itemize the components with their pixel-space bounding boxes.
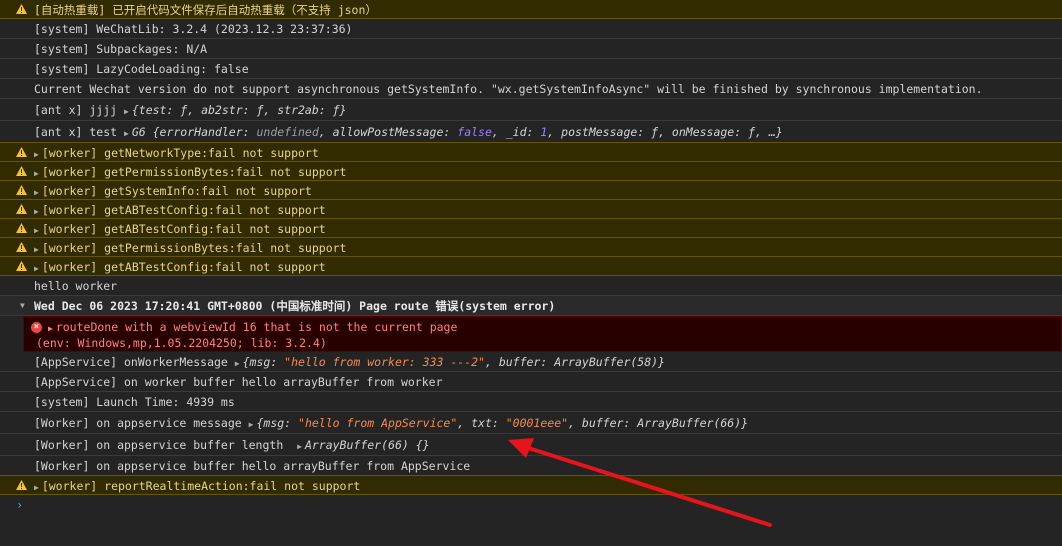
object-preview[interactable]: {msg: "hello from worker: 333 ---2", buf… <box>243 355 665 369</box>
expand-triangle-icon[interactable]: ▶ <box>124 129 132 138</box>
console-log-row[interactable]: [AppService] on worker buffer hello arra… <box>0 372 1062 392</box>
expand-triangle-icon[interactable]: ▶ <box>235 359 243 368</box>
warning-icon <box>16 223 27 233</box>
expand-triangle-icon[interactable]: ▶ <box>297 442 305 451</box>
message-text: [Worker] on appservice buffer hello arra… <box>34 459 471 473</box>
expand-triangle-icon[interactable]: ▶ <box>34 150 42 159</box>
message-text: [worker] getABTestConfig:fail not suppor… <box>41 203 326 217</box>
message-text: [worker] getPermissionBytes:fail not sup… <box>41 241 347 255</box>
object-preview[interactable]: {msg: "hello from AppService", txt: "000… <box>256 416 748 430</box>
expand-triangle-icon[interactable]: ▶ <box>34 207 42 216</box>
warning-icon <box>16 204 27 214</box>
expand-triangle-icon[interactable]: ▶ <box>34 245 42 254</box>
object-value: undefined <box>256 125 319 139</box>
expand-triangle-icon[interactable]: ▶ <box>48 324 56 333</box>
warning-icon <box>16 166 27 176</box>
console-warning-row[interactable]: ▶ [worker] reportRealtimeAction:fail not … <box>0 475 1062 495</box>
object-text: G6 {errorHandler: <box>131 125 257 139</box>
collapse-triangle-icon[interactable]: ▼ <box>20 296 25 315</box>
warning-icon <box>16 4 27 14</box>
object-text: , _id: <box>491 125 541 139</box>
console-group-header[interactable]: ▼ Wed Dec 06 2023 17:20:41 GMT+0800 (中国标… <box>0 296 1062 316</box>
console-warning-row[interactable]: ▶ [worker] getPermissionBytes:fail not su… <box>0 237 1062 257</box>
string-value: "hello from worker: 333 ---2" <box>284 355 485 369</box>
console-warning-row[interactable]: ▶ [worker] getPermissionBytes:fail not su… <box>0 161 1062 181</box>
warning-icon <box>16 242 27 252</box>
message-text: [worker] getSystemInfo:fail not support <box>41 184 312 198</box>
console-log-row[interactable]: hello worker <box>0 276 1062 296</box>
console-log-row[interactable]: [Worker] on appservice buffer length ▶ Ar… <box>0 434 1062 456</box>
message-prefix: [Worker] on appservice message <box>34 416 249 430</box>
warning-icon <box>16 480 27 490</box>
string-value: "0001eee" <box>505 416 569 430</box>
warning-icon <box>16 147 27 157</box>
message-text: [worker] getPermissionBytes:fail not sup… <box>41 165 347 179</box>
expand-triangle-icon[interactable]: ▶ <box>124 107 132 116</box>
object-preview[interactable]: {test: ƒ, ab2str: ƒ, str2ab: ƒ} <box>132 103 347 117</box>
expand-triangle-icon[interactable]: ▶ <box>34 483 42 492</box>
object-text: , allowPostMessage: <box>318 125 458 139</box>
message-text: [worker] getNetworkType:fail not support <box>41 146 319 160</box>
message-text: [AppService] on worker buffer hello arra… <box>34 375 443 389</box>
error-message: routeDone with a webviewId 16 that is no… <box>55 320 458 334</box>
console-log-row[interactable]: [Worker] on appservice message ▶ {msg: "h… <box>0 412 1062 434</box>
message-text: [worker] reportRealtimeAction:fail not s… <box>41 479 361 493</box>
console-log-row[interactable]: [system] Subpackages: N/A <box>0 39 1062 59</box>
object-text: , txt: <box>457 416 506 430</box>
console-log-row[interactable]: [system] Launch Time: 4939 ms <box>0 392 1062 412</box>
console-warning-row[interactable]: ▶ [worker] getABTestConfig:fail not suppo… <box>0 218 1062 238</box>
message-text: [自动热重载] 已开启代码文件保存后自动热重载（不支持 json） <box>34 3 377 17</box>
object-text: {msg: <box>256 416 299 430</box>
object-text: {msg: <box>242 355 285 369</box>
console-warning-row[interactable]: ▶ [worker] getABTestConfig:fail not suppo… <box>0 256 1062 276</box>
console-prompt[interactable]: › <box>0 495 1062 515</box>
warning-icon <box>16 261 27 271</box>
message-prefix: [ant x] test <box>34 125 125 139</box>
console-log-row[interactable]: [system] LazyCodeLoading: false <box>0 59 1062 79</box>
object-preview[interactable]: ArrayBuffer(66) {} <box>305 438 430 452</box>
message-text: [worker] getABTestConfig:fail not suppor… <box>41 222 326 236</box>
message-text: [system] WeChatLib: 3.2.4 (2023.12.3 23:… <box>34 22 353 36</box>
group-title: Wed Dec 06 2023 17:20:41 GMT+0800 (中国标准时… <box>34 299 556 313</box>
object-preview[interactable]: G6 {errorHandler: undefined, allowPostMe… <box>132 125 783 139</box>
message-text: [system] Launch Time: 4939 ms <box>34 395 235 409</box>
object-text: , postMessage: ƒ, onMessage: ƒ, …} <box>547 125 783 139</box>
string-value: "hello from AppService" <box>298 416 458 430</box>
console-warning-row[interactable]: ▶ [worker] getSystemInfo:fail not support <box>0 180 1062 200</box>
message-text: [system] Subpackages: N/A <box>34 42 208 56</box>
warning-icon <box>16 185 27 195</box>
console-log-row[interactable]: [system] WeChatLib: 3.2.4 (2023.12.3 23:… <box>0 19 1062 39</box>
message-text: hello worker <box>34 279 118 293</box>
message-prefix: [Worker] on appservice buffer length <box>34 438 298 452</box>
message-text: [system] LazyCodeLoading: false <box>34 62 249 76</box>
expand-triangle-icon[interactable]: ▶ <box>34 226 42 235</box>
expand-triangle-icon[interactable]: ▶ <box>34 169 42 178</box>
console-warning-row[interactable]: ▶ [worker] getNetworkType:fail not suppor… <box>0 142 1062 162</box>
object-value: false <box>457 125 492 139</box>
object-text: , buffer: ArrayBuffer(58)} <box>484 355 665 369</box>
console-log-row[interactable]: [ant x] jjjj ▶ {test: ƒ, ab2str: ƒ, str2a… <box>0 99 1062 121</box>
console-panel: [自动热重载] 已开启代码文件保存后自动热重载（不支持 json） [syste… <box>0 0 1062 515</box>
console-log-row[interactable]: [Worker] on appservice buffer hello arra… <box>0 456 1062 476</box>
object-text: , buffer: ArrayBuffer(66)} <box>568 416 749 430</box>
chevron-right-icon: › <box>16 498 24 512</box>
message-prefix: [AppService] onWorkerMessage <box>34 355 235 369</box>
console-warning-row[interactable]: ▶ [worker] getABTestConfig:fail not suppo… <box>0 199 1062 219</box>
message-text: Current Wechat version do not support as… <box>34 82 983 96</box>
message-prefix: [ant x] jjjj <box>34 103 125 117</box>
console-error-row[interactable]: × ▶ routeDone with a webviewId 16 that is… <box>23 316 1062 352</box>
expand-triangle-icon[interactable]: ▶ <box>34 264 42 273</box>
console-warning-row[interactable]: [自动热重载] 已开启代码文件保存后自动热重载（不支持 json） <box>0 0 1062 19</box>
message-text: [worker] getABTestConfig:fail not suppor… <box>41 260 326 274</box>
error-icon: × <box>31 322 42 333</box>
console-log-row[interactable]: Current Wechat version do not support as… <box>0 79 1062 99</box>
expand-triangle-icon[interactable]: ▶ <box>34 188 42 197</box>
console-log-row[interactable]: [AppService] onWorkerMessage ▶ {msg: "hel… <box>0 352 1062 372</box>
console-log-row[interactable]: [ant x] test ▶ G6 {errorHandler: undefine… <box>0 121 1062 143</box>
error-env: (env: Windows,mp,1.05.2204250; lib: 3.2.… <box>36 336 327 350</box>
